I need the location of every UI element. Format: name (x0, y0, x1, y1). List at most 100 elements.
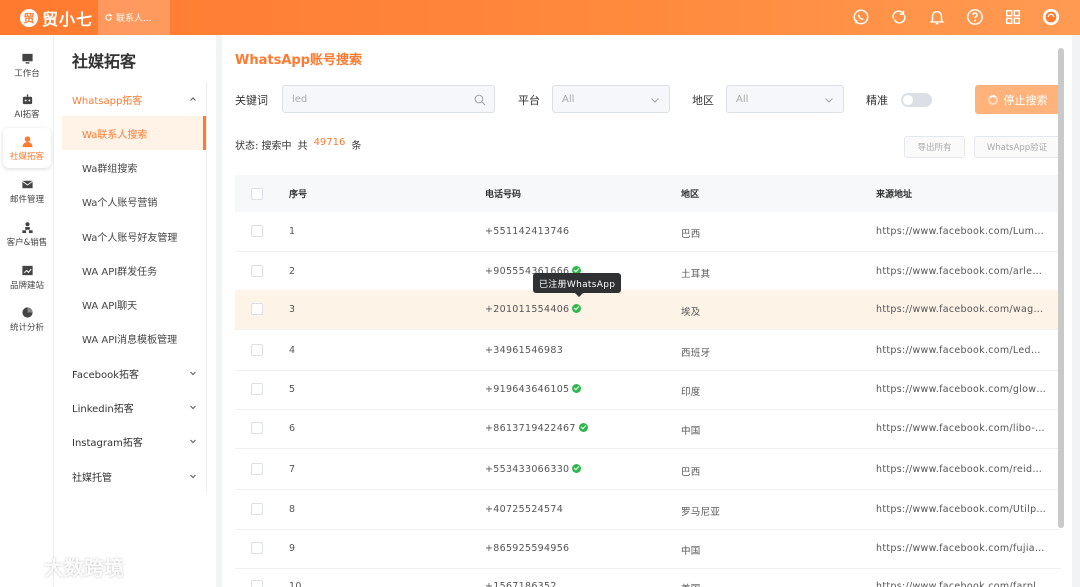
menu-group-facebook[interactable]: Facebook拓客 (62, 356, 206, 390)
precise-toggle[interactable] (901, 93, 932, 107)
table-row[interactable]: 8 +40725524574 罗马尼亚 https://www.facebook.co… (235, 490, 1061, 530)
avatar[interactable] (1040, 6, 1062, 28)
menu-title: 社媒拓客 (72, 52, 137, 71)
cell-source-url[interactable]: https://www.facebook.com/farple... (876, 581, 1046, 587)
cell-source-url[interactable]: https://www.facebook.com/glows... (876, 384, 1046, 395)
menu-item-label: Wa个人账号营销 (82, 197, 158, 209)
row-checkbox[interactable] (251, 383, 263, 395)
region-label: 地区 (692, 94, 714, 107)
phone-number: +201011554406 (485, 304, 570, 315)
cell-no: 8 (289, 504, 296, 515)
row-checkbox[interactable] (251, 225, 263, 237)
cell-no: 7 (289, 464, 296, 475)
app-name: 贸小七 (42, 10, 94, 29)
menu-item-wa-api-broadcast[interactable]: WA API群发任务 (62, 253, 206, 287)
row-checkbox[interactable] (251, 542, 263, 554)
table-row[interactable]: 3 +201011554406 埃及 https://www.facebook.com… (235, 290, 1061, 330)
phone-number: +34961546983 (485, 345, 564, 356)
cell-no: 6 (289, 423, 296, 434)
total-suffix: 条 (351, 141, 362, 152)
chevron-up-icon (190, 97, 196, 101)
scrollbar[interactable] (1058, 48, 1064, 528)
row-checkbox[interactable] (251, 580, 263, 587)
tab-label: 联系人... (116, 14, 152, 24)
menu-group-whatsapp[interactable]: Whatsapp拓客 (62, 82, 206, 116)
region-value: All (736, 93, 749, 105)
select-all-checkbox[interactable] (251, 188, 263, 200)
phone-number: +919643646105 (485, 384, 570, 395)
rail-label: 工作台 (14, 68, 40, 79)
menu-item-label: Wa联系人搜索 (82, 129, 148, 141)
cell-no: 3 (289, 304, 296, 315)
row-checkbox[interactable] (251, 344, 263, 356)
menu-item-wa-api-templates[interactable]: WA API消息模板管理 (62, 321, 206, 355)
cell-source-url[interactable]: https://www.facebook.com/arled... (876, 266, 1046, 277)
table-row[interactable]: 7 +553433066330 巴西 https://www.facebook.com… (235, 450, 1061, 490)
menu-item-wa-friends[interactable]: Wa个人账号好友管理 (62, 219, 206, 253)
menu-item-wa-api-chat[interactable]: WA API聊天 (62, 287, 206, 321)
bell-icon[interactable] (926, 6, 948, 28)
apps-grid-icon[interactable] (1002, 6, 1024, 28)
cell-source-url[interactable]: https://www.facebook.com/Utilp... (876, 504, 1046, 515)
rail-item-brand[interactable]: 品牌建站 (3, 257, 51, 297)
help-icon[interactable] (964, 6, 986, 28)
rail-item-workbench[interactable]: 工作台 (3, 45, 51, 85)
menu-item-wa-groups[interactable]: Wa群组搜索 (62, 150, 206, 184)
menu-item-wa-contacts[interactable]: Wa联系人搜索 (62, 116, 206, 150)
whatsapp-verified-icon[interactable] (578, 423, 588, 432)
cell-source-url[interactable]: https://www.facebook.com/Lumi... (876, 226, 1046, 237)
table-row[interactable]: 10 +1567186352 美国 https://www.facebook.com/… (235, 567, 1061, 587)
app-logo[interactable]: 贸 贸小七 (20, 7, 93, 29)
table-row[interactable]: 9 +865925594956 中国 https://www.facebook.com… (235, 529, 1061, 569)
cell-source-url[interactable]: https://www.facebook.com/reidol... (876, 464, 1046, 475)
cell-source-url[interactable]: https://www.facebook.com/fujian... (876, 543, 1046, 554)
table-row[interactable]: 1 +551142413746 巴西 https://www.facebook.com… (235, 212, 1061, 252)
stop-search-button[interactable]: 停止搜索 (975, 85, 1060, 114)
watermark: 大数跨境 (8, 552, 124, 581)
whatsapp-verified-icon[interactable] (572, 304, 582, 313)
whatsapp-verified-icon[interactable] (572, 464, 582, 473)
table-row[interactable]: 2 +905554361666 土耳其 https://www.facebook.co… (235, 252, 1061, 292)
precise-label: 精准 (866, 94, 888, 107)
menu-item-label: WA API聊天 (82, 300, 138, 312)
region-select[interactable]: All (726, 85, 844, 113)
rail-item-mail[interactable]: 邮件管理 (3, 171, 51, 211)
menu-group-instagram[interactable]: Instagram拓客 (62, 424, 206, 458)
export-all-button[interactable]: 导出所有 (904, 136, 965, 158)
table-row[interactable]: 4 +34961546983 西班牙 https://www.facebook.com… (235, 331, 1061, 371)
menu-item-wa-marketing[interactable]: Wa个人账号营销 (62, 184, 206, 218)
whatsapp-icon[interactable] (850, 6, 872, 28)
cell-no: 2 (289, 266, 296, 277)
table-row[interactable]: 6 +8613719422467 中国 https://www.facebook.co… (235, 409, 1061, 449)
menu-group-label: Instagram拓客 (72, 437, 143, 449)
rail-item-ai[interactable]: AI拓客 (3, 86, 51, 126)
cell-phone: +34961546983 (485, 345, 563, 356)
rail-item-social[interactable]: 社媒拓客 (3, 128, 51, 168)
whatsapp-verified-icon[interactable] (572, 384, 582, 393)
rail-item-stats[interactable]: 统计分析 (3, 299, 51, 339)
tab-contacts[interactable]: 联系人... (98, 0, 170, 35)
row-checkbox[interactable] (251, 422, 263, 434)
whatsapp-verify-button[interactable]: WhatsApp验证 (974, 136, 1060, 158)
sync-icon[interactable] (888, 6, 910, 28)
phone-number: +551142413746 (485, 226, 570, 237)
cell-source-url[interactable]: https://www.facebook.com/waga... (876, 304, 1046, 315)
chart-icon (21, 265, 33, 275)
keyword-input[interactable]: led (282, 85, 495, 113)
platform-select[interactable]: All (552, 85, 670, 113)
cell-source-url[interactable]: https://www.facebook.com/Ledb... (876, 345, 1046, 356)
rail-item-customers[interactable]: 客户&销售 (3, 214, 51, 254)
cell-region: 中国 (681, 426, 701, 437)
row-checkbox[interactable] (251, 463, 263, 475)
cell-region: 印度 (681, 387, 701, 398)
menu-group-hosting[interactable]: 社媒托管 (62, 459, 206, 493)
menu-group-linkedin[interactable]: Linkedin拓客 (62, 390, 206, 424)
row-checkbox[interactable] (251, 265, 263, 277)
rail-label: 统计分析 (9, 322, 44, 333)
table-row[interactable]: 5 +919643646105 印度 https://www.facebook.com… (235, 370, 1061, 410)
row-checkbox[interactable] (251, 303, 263, 315)
column-header-phone: 电话号码 (485, 190, 522, 200)
cell-source-url[interactable]: https://www.facebook.com/libo-l... (876, 423, 1046, 434)
rail-label: 品牌建站 (9, 280, 44, 291)
row-checkbox[interactable] (251, 503, 263, 515)
